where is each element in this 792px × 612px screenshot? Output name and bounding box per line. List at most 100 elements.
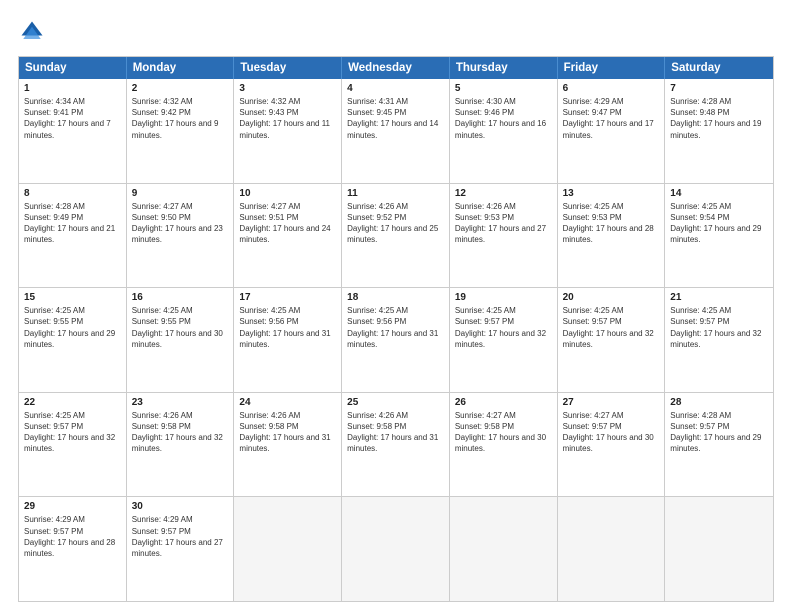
day-of-week-friday: Friday (558, 57, 666, 79)
cell-info: Sunrise: 4:26 AM Sunset: 9:52 PM Dayligh… (347, 201, 444, 246)
day-number: 7 (670, 83, 768, 94)
day-number: 23 (132, 397, 229, 408)
calendar-cell: 26 Sunrise: 4:27 AM Sunset: 9:58 PM Dayli… (450, 393, 558, 497)
cell-info: Sunrise: 4:27 AM Sunset: 9:58 PM Dayligh… (455, 410, 552, 455)
calendar-cell: 27 Sunrise: 4:27 AM Sunset: 9:57 PM Dayli… (558, 393, 666, 497)
day-number: 26 (455, 397, 552, 408)
day-number: 10 (239, 188, 336, 199)
day-of-week-saturday: Saturday (665, 57, 773, 79)
calendar-cell: 14Sunrise: 4:25 AM Sunset: 9:54 PM Dayli… (665, 184, 773, 288)
calendar-cell: 23 Sunrise: 4:26 AM Sunset: 9:58 PM Dayli… (127, 393, 235, 497)
cell-info: Sunrise: 4:28 AM Sunset: 9:49 PM Dayligh… (24, 201, 121, 246)
calendar-cell: 8 Sunrise: 4:28 AM Sunset: 9:49 PM Daylig… (19, 184, 127, 288)
header (18, 18, 774, 46)
day-number: 19 (455, 292, 552, 303)
cell-info: Sunrise: 4:29 AM Sunset: 9:47 PM Dayligh… (563, 96, 660, 141)
cell-info: Sunrise: 4:27 AM Sunset: 9:50 PM Dayligh… (132, 201, 229, 246)
day-number: 2 (132, 83, 229, 94)
calendar: SundayMondayTuesdayWednesdayThursdayFrid… (18, 56, 774, 602)
calendar-cell (450, 497, 558, 601)
calendar-header: SundayMondayTuesdayWednesdayThursdayFrid… (19, 57, 773, 79)
calendar-cell: 21Sunrise: 4:25 AM Sunset: 9:57 PM Dayli… (665, 288, 773, 392)
logo-icon (18, 18, 46, 46)
cell-info: Sunrise: 4:32 AM Sunset: 9:43 PM Dayligh… (239, 96, 336, 141)
cell-info: Sunrise: 4:28 AM Sunset: 9:48 PM Dayligh… (670, 96, 768, 141)
cell-info: Sunrise: 4:25 AM Sunset: 9:54 PM Dayligh… (670, 201, 768, 246)
calendar-cell: 3 Sunrise: 4:32 AM Sunset: 9:43 PM Daylig… (234, 79, 342, 183)
day-number: 9 (132, 188, 229, 199)
cell-info: Sunrise: 4:30 AM Sunset: 9:46 PM Dayligh… (455, 96, 552, 141)
calendar-cell: 15Sunrise: 4:25 AM Sunset: 9:55 PM Dayli… (19, 288, 127, 392)
cell-info: Sunrise: 4:29 AM Sunset: 9:57 PM Dayligh… (132, 514, 229, 559)
day-of-week-wednesday: Wednesday (342, 57, 450, 79)
cell-info: Sunrise: 4:25 AM Sunset: 9:56 PM Dayligh… (239, 305, 336, 350)
cell-info: Sunrise: 4:25 AM Sunset: 9:55 PM Dayligh… (132, 305, 229, 350)
day-number: 3 (239, 83, 336, 94)
day-number: 12 (455, 188, 552, 199)
day-number: 8 (24, 188, 121, 199)
day-number: 18 (347, 292, 444, 303)
day-number: 28 (670, 397, 768, 408)
calendar-cell: 24 Sunrise: 4:26 AM Sunset: 9:58 PM Dayli… (234, 393, 342, 497)
cell-info: Sunrise: 4:27 AM Sunset: 9:57 PM Dayligh… (563, 410, 660, 455)
day-number: 22 (24, 397, 121, 408)
page: SundayMondayTuesdayWednesdayThursdayFrid… (0, 0, 792, 612)
calendar-cell: 10 Sunrise: 4:27 AM Sunset: 9:51 PM Dayli… (234, 184, 342, 288)
calendar-cell: 17 Sunrise: 4:25 AM Sunset: 9:56 PM Dayli… (234, 288, 342, 392)
day-number: 13 (563, 188, 660, 199)
calendar-week-1: 1Sunrise: 4:34 AM Sunset: 9:41 PM Daylig… (19, 79, 773, 184)
day-number: 11 (347, 188, 444, 199)
cell-info: Sunrise: 4:25 AM Sunset: 9:56 PM Dayligh… (347, 305, 444, 350)
cell-info: Sunrise: 4:25 AM Sunset: 9:57 PM Dayligh… (455, 305, 552, 350)
cell-info: Sunrise: 4:28 AM Sunset: 9:57 PM Dayligh… (670, 410, 768, 455)
day-of-week-thursday: Thursday (450, 57, 558, 79)
calendar-cell: 6Sunrise: 4:29 AM Sunset: 9:47 PM Daylig… (558, 79, 666, 183)
cell-info: Sunrise: 4:31 AM Sunset: 9:45 PM Dayligh… (347, 96, 444, 141)
calendar-cell: 9 Sunrise: 4:27 AM Sunset: 9:50 PM Daylig… (127, 184, 235, 288)
calendar-week-4: 22Sunrise: 4:25 AM Sunset: 9:57 PM Dayli… (19, 393, 773, 498)
calendar-cell: 5Sunrise: 4:30 AM Sunset: 9:46 PM Daylig… (450, 79, 558, 183)
day-number: 30 (132, 501, 229, 512)
day-number: 27 (563, 397, 660, 408)
day-number: 24 (239, 397, 336, 408)
cell-info: Sunrise: 4:32 AM Sunset: 9:42 PM Dayligh… (132, 96, 229, 141)
calendar-cell (342, 497, 450, 601)
cell-info: Sunrise: 4:25 AM Sunset: 9:57 PM Dayligh… (563, 305, 660, 350)
cell-info: Sunrise: 4:26 AM Sunset: 9:58 PM Dayligh… (132, 410, 229, 455)
day-number: 16 (132, 292, 229, 303)
calendar-cell (558, 497, 666, 601)
cell-info: Sunrise: 4:25 AM Sunset: 9:55 PM Dayligh… (24, 305, 121, 350)
cell-info: Sunrise: 4:26 AM Sunset: 9:58 PM Dayligh… (347, 410, 444, 455)
calendar-cell: 11 Sunrise: 4:26 AM Sunset: 9:52 PM Dayli… (342, 184, 450, 288)
day-number: 20 (563, 292, 660, 303)
calendar-cell: 29 Sunrise: 4:29 AM Sunset: 9:57 PM Dayli… (19, 497, 127, 601)
cell-info: Sunrise: 4:34 AM Sunset: 9:41 PM Dayligh… (24, 96, 121, 141)
day-number: 25 (347, 397, 444, 408)
day-number: 4 (347, 83, 444, 94)
calendar-cell: 7 Sunrise: 4:28 AM Sunset: 9:48 PM Daylig… (665, 79, 773, 183)
calendar-cell (665, 497, 773, 601)
calendar-cell: 16 Sunrise: 4:25 AM Sunset: 9:55 PM Dayli… (127, 288, 235, 392)
logo (18, 18, 50, 46)
cell-info: Sunrise: 4:27 AM Sunset: 9:51 PM Dayligh… (239, 201, 336, 246)
calendar-week-3: 15Sunrise: 4:25 AM Sunset: 9:55 PM Dayli… (19, 288, 773, 393)
day-number: 21 (670, 292, 768, 303)
calendar-cell: 1Sunrise: 4:34 AM Sunset: 9:41 PM Daylig… (19, 79, 127, 183)
calendar-week-5: 29 Sunrise: 4:29 AM Sunset: 9:57 PM Dayli… (19, 497, 773, 601)
calendar-cell: 12 Sunrise: 4:26 AM Sunset: 9:53 PM Dayli… (450, 184, 558, 288)
cell-info: Sunrise: 4:29 AM Sunset: 9:57 PM Dayligh… (24, 514, 121, 559)
calendar-cell: 18 Sunrise: 4:25 AM Sunset: 9:56 PM Dayli… (342, 288, 450, 392)
day-number: 29 (24, 501, 121, 512)
day-of-week-monday: Monday (127, 57, 235, 79)
day-of-week-sunday: Sunday (19, 57, 127, 79)
cell-info: Sunrise: 4:26 AM Sunset: 9:53 PM Dayligh… (455, 201, 552, 246)
day-number: 17 (239, 292, 336, 303)
cell-info: Sunrise: 4:26 AM Sunset: 9:58 PM Dayligh… (239, 410, 336, 455)
calendar-cell: 30 Sunrise: 4:29 AM Sunset: 9:57 PM Dayli… (127, 497, 235, 601)
calendar-cell: 19 Sunrise: 4:25 AM Sunset: 9:57 PM Dayli… (450, 288, 558, 392)
calendar-week-2: 8 Sunrise: 4:28 AM Sunset: 9:49 PM Daylig… (19, 184, 773, 289)
calendar-body: 1Sunrise: 4:34 AM Sunset: 9:41 PM Daylig… (19, 79, 773, 601)
calendar-cell: 22Sunrise: 4:25 AM Sunset: 9:57 PM Dayli… (19, 393, 127, 497)
cell-info: Sunrise: 4:25 AM Sunset: 9:53 PM Dayligh… (563, 201, 660, 246)
day-of-week-tuesday: Tuesday (234, 57, 342, 79)
